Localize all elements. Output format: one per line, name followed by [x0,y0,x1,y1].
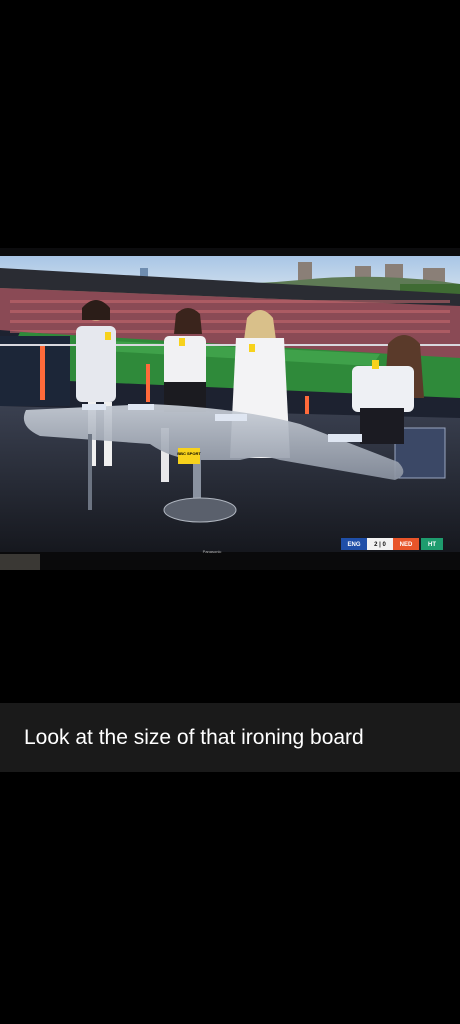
score-team-away: NED [400,542,413,548]
tv-photo: BBC SPORT ENG 2 | 0 NED HT Panasonic [0,248,460,570]
score-value: 2 | 0 [374,542,386,548]
tv-screen: BBC SPORT ENG 2 | 0 NED HT [0,256,460,558]
score-bug: ENG 2 | 0 NED HT [341,538,443,550]
svg-text:BBC SPORT: BBC SPORT [177,451,201,456]
score-period: HT [428,542,436,548]
caption-bar: Look at the size of that ironing board [0,703,460,772]
caption-text: Look at the size of that ironing board [24,725,364,749]
tv-brand: Panasonic [203,549,222,554]
score-team-home: ENG [347,542,360,548]
